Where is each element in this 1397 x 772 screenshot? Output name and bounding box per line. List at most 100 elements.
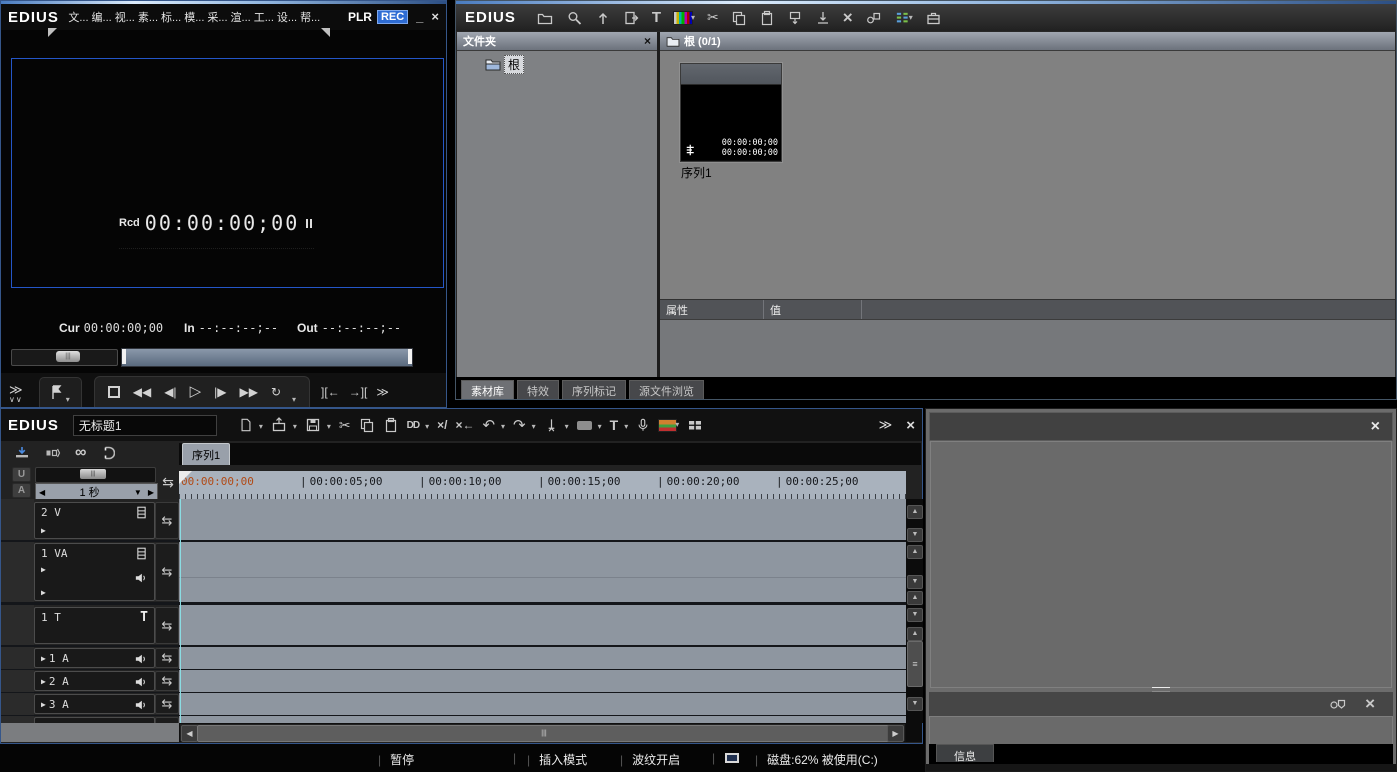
scale-dropdown-icon[interactable]: ▼	[131, 488, 145, 497]
track-patch-1va[interactable]: ⇆	[155, 543, 179, 601]
add-transition-dropdown-icon[interactable]: ▾	[598, 422, 602, 434]
track-patch-3a[interactable]: ⇆	[155, 694, 179, 714]
new-sequence-dropdown-icon[interactable]: ▾	[259, 422, 263, 434]
delete-gap-icon[interactable]: ×←	[455, 418, 474, 432]
menu-mode[interactable]: 模...	[183, 9, 206, 25]
position-bar[interactable]	[121, 348, 413, 367]
play-button[interactable]: ▷	[190, 386, 202, 398]
cut-icon[interactable]: ✂	[707, 9, 719, 26]
set-out-button[interactable]: →][	[349, 385, 368, 399]
copy-icon[interactable]	[359, 417, 375, 433]
audio-scroll-up-button[interactable]: ▲	[907, 627, 923, 641]
new-sequence-icon[interactable]	[239, 417, 253, 433]
paste-icon[interactable]	[383, 417, 399, 433]
tab-asset-bin[interactable]: 素材库	[461, 380, 514, 399]
track-header-2v[interactable]: 2 V ▶	[34, 502, 155, 539]
stop-button[interactable]	[108, 386, 120, 398]
title-scroll-down-button[interactable]: ▼	[907, 608, 923, 622]
ripple-sync-button[interactable]: ⇆	[159, 471, 177, 493]
folder-tree-item-root[interactable]: 根	[485, 55, 657, 74]
group-sync-mode-icon[interactable]: ∞	[75, 444, 86, 462]
sequence-tab[interactable]: 序列1	[182, 443, 230, 465]
zoom-slider-thumb[interactable]: |||	[80, 469, 106, 479]
search-icon[interactable]	[566, 10, 583, 26]
playhead-flag[interactable]	[179, 471, 192, 484]
rec-mode-button[interactable]: REC	[377, 10, 408, 24]
track-header-u-button[interactable]: U	[12, 467, 31, 482]
tab-source-browser[interactable]: 源文件浏览	[629, 380, 704, 399]
new-folder-icon[interactable]	[536, 10, 554, 26]
speaker-icon[interactable]	[134, 572, 148, 584]
transport-expand-left-button[interactable]: ≫ ∨∨	[9, 384, 23, 403]
toolbox-icon[interactable]	[925, 10, 942, 26]
track-patch-2a[interactable]: ⇆	[155, 671, 179, 691]
view-mode-button[interactable]: ▾	[894, 10, 913, 25]
toolbar-more-button[interactable]: ≫	[879, 417, 893, 433]
sequence-name-field[interactable]: 无标题1	[73, 415, 217, 436]
transport-expand-right-button[interactable]: ≫	[376, 385, 389, 399]
menu-marker[interactable]: 标...	[160, 9, 183, 25]
speaker-icon[interactable]	[134, 699, 148, 711]
va-scroll-up-button[interactable]: ▲	[907, 545, 923, 559]
menu-tools[interactable]: 工...	[252, 9, 275, 25]
track-header-1t[interactable]: 1 T T	[34, 607, 155, 644]
pin-monitor-icon[interactable]	[787, 10, 803, 26]
color-correction-button[interactable]: ▾	[658, 419, 679, 432]
snap-magnet-icon[interactable]	[99, 445, 115, 461]
menu-clip[interactable]: 素...	[136, 9, 159, 25]
tab-information[interactable]: 信息	[936, 744, 994, 762]
expand-track-icon[interactable]: ▶	[41, 700, 46, 709]
folder-panel-close-button[interactable]: ×	[644, 34, 651, 48]
menu-render[interactable]: 渲...	[229, 9, 252, 25]
loop-dropdown-icon[interactable]: ▾	[292, 395, 296, 407]
track-header-a-button[interactable]: A	[12, 483, 31, 498]
expand-track-icon[interactable]: ▶	[41, 677, 46, 686]
previous-frame-button[interactable]: ◀|	[164, 386, 176, 398]
add-title-icon[interactable]: T	[652, 9, 661, 26]
flag-icon[interactable]	[51, 385, 63, 400]
timeline-zoom-slider[interactable]: |||	[35, 467, 156, 483]
speaker-icon[interactable]	[134, 676, 148, 688]
hscroll-thumb[interactable]: |||	[197, 725, 891, 742]
color-correction-dropdown-icon[interactable]: ▾	[675, 420, 679, 432]
track-header-2a[interactable]: ▶ 2 A	[34, 671, 155, 691]
clip-card-sequence1[interactable]: 00:00:00;00 00:00:00;00	[680, 63, 782, 162]
scale-right-icon[interactable]: ▶	[145, 488, 157, 497]
add-clip-icon[interactable]	[623, 10, 640, 26]
voiceover-mic-icon[interactable]	[636, 417, 650, 433]
property-column-header[interactable]: 属性	[660, 300, 764, 319]
title-tool-icon[interactable]: T	[610, 417, 619, 433]
add-cut-point-dropdown-icon[interactable]: ▾	[565, 422, 569, 434]
video-scroll-down-button[interactable]: ▼	[907, 528, 923, 542]
track-header-1va[interactable]: 1 VA ▶ ▶	[34, 543, 155, 601]
properties-icon[interactable]	[865, 10, 882, 26]
audio-scrollbar-thumb[interactable]: ≡	[907, 641, 923, 687]
open-project-icon[interactable]	[271, 417, 287, 433]
up-folder-icon[interactable]	[595, 10, 611, 26]
position-indicator[interactable]	[122, 349, 126, 364]
redo-icon[interactable]: ↷	[513, 416, 526, 434]
open-project-dropdown-icon[interactable]: ▾	[293, 422, 297, 434]
menu-settings[interactable]: 设...	[275, 9, 298, 25]
copy-icon[interactable]	[731, 10, 747, 26]
add-transition-icon[interactable]	[577, 421, 592, 430]
shuttle-thumb[interactable]: |||	[56, 351, 80, 362]
menu-file[interactable]: 文...	[67, 9, 90, 25]
timeline-ruler[interactable]: 00:00:00;00 00:00:05;00 00:00:10;00 00:0…	[179, 471, 906, 499]
multicam-grid-icon[interactable]	[687, 417, 703, 433]
palette-close-button[interactable]: ×	[1371, 418, 1380, 436]
track-patch-1a[interactable]: ⇆	[155, 648, 179, 668]
ripple-mode-icon[interactable]	[44, 445, 62, 461]
scale-left-icon[interactable]: ◀	[36, 488, 48, 497]
replace-clip-icon[interactable]: DD	[407, 420, 419, 431]
audio-scroll-down-button[interactable]: ▼	[907, 697, 923, 711]
root-folder-label[interactable]: 根	[504, 55, 524, 74]
hscroll-right-button[interactable]: ▶	[887, 725, 904, 742]
palette-delete-icon[interactable]: ×	[1365, 694, 1375, 714]
ripple-delete-icon[interactable]: ×/	[437, 418, 447, 432]
va-scroll-down-button[interactable]: ▼	[907, 575, 923, 589]
add-cut-point-icon[interactable]	[544, 417, 559, 433]
speaker-icon[interactable]	[134, 653, 148, 665]
view-mode-dropdown-icon[interactable]: ▾	[909, 13, 913, 25]
tab-sequence-marker[interactable]: 序列标记	[562, 380, 626, 399]
